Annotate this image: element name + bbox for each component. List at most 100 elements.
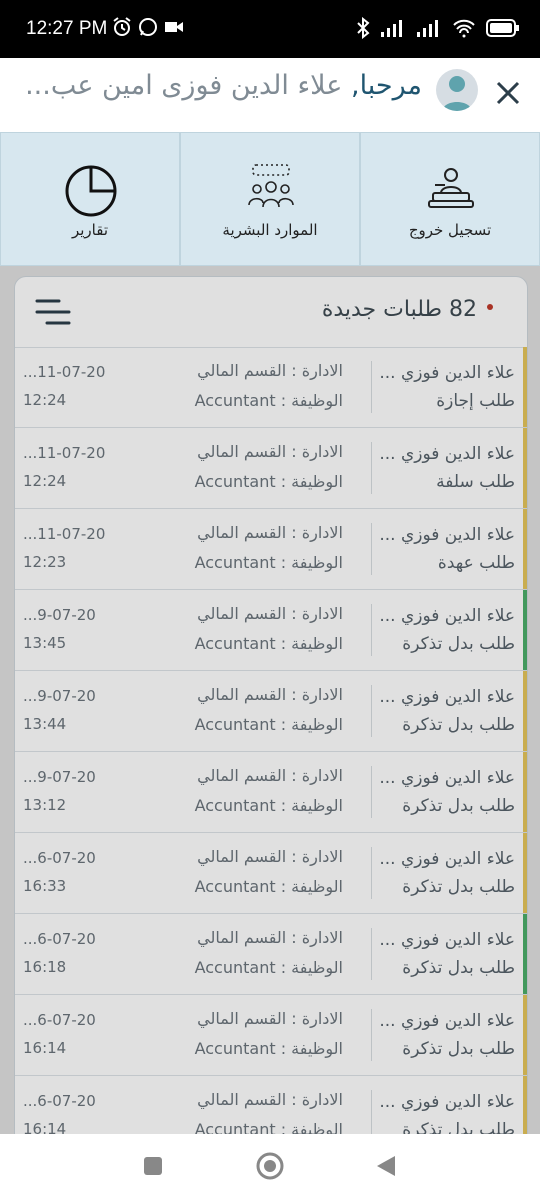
status-bar-indicator — [523, 347, 527, 427]
filter-menu-icon[interactable] — [33, 295, 73, 329]
request-time: 12:24 — [23, 472, 67, 490]
user-icon — [442, 76, 472, 111]
status-bar: 12:27 PM — [0, 0, 540, 58]
department: الادارة : القسم المالي — [197, 685, 343, 704]
shortcut-hr[interactable]: الموارد البشرية — [180, 132, 360, 266]
request-date: ...9-07-20 — [23, 687, 96, 705]
request-date: ...6-07-20 — [23, 849, 96, 867]
divider — [371, 523, 372, 575]
shortcut-reports-label: تقارير — [71, 221, 109, 239]
whatsapp-icon — [139, 18, 157, 36]
employee-name: علاء الدين فوزي ... — [379, 525, 515, 545]
status-bar-indicator — [523, 428, 527, 508]
request-date: ...11-07-20 — [23, 444, 106, 462]
request-type: طلب بدل تذكرة — [402, 1120, 515, 1134]
status-bar-indicator — [523, 671, 527, 751]
divider — [371, 442, 372, 494]
battery-icon — [486, 19, 519, 37]
status-bar-indicator — [523, 509, 527, 589]
job-title: الوظيفة : Accuntant — [194, 1039, 343, 1058]
recents-icon[interactable] — [143, 1156, 163, 1176]
status-right-icons — [356, 17, 520, 39]
job-title: الوظيفة : Accuntant — [194, 1120, 343, 1134]
request-type: طلب بدل تذكرة — [402, 634, 515, 654]
request-date: ...6-07-20 — [23, 1092, 96, 1110]
request-time: 16:18 — [23, 958, 67, 976]
job-title: الوظيفة : Accuntant — [194, 958, 343, 977]
request-type: طلب بدل تذكرة — [402, 796, 515, 816]
request-date: ...6-07-20 — [23, 930, 96, 948]
status-bar-indicator — [523, 914, 527, 994]
department: الادارة : القسم المالي — [197, 442, 343, 461]
employee-name: علاء الدين فوزي ... — [379, 444, 515, 464]
status-bar-indicator — [523, 1076, 527, 1134]
job-title: الوظيفة : Accuntant — [194, 472, 343, 491]
job-title: الوظيفة : Accuntant — [194, 553, 343, 572]
employee-name: علاء الدين فوزي ... — [379, 1092, 515, 1112]
divider — [371, 1009, 372, 1061]
employee-name: علاء الدين فوزي ... — [379, 1011, 515, 1031]
department: الادارة : القسم المالي — [197, 1009, 343, 1028]
request-time: 13:45 — [23, 634, 67, 652]
request-type: طلب إجازة — [436, 391, 515, 411]
wifi-icon — [453, 19, 475, 38]
request-row[interactable]: علاء الدين فوزي ... طلب إجازة الادارة : ال… — [15, 347, 527, 428]
department: الادارة : القسم المالي — [197, 361, 343, 380]
request-date: ...11-07-20 — [23, 363, 106, 381]
request-date: ...9-07-20 — [23, 768, 96, 786]
request-row[interactable]: علاء الدين فوزي ... طلب بدل تذكرة الادارة … — [15, 833, 527, 914]
divider — [371, 685, 372, 737]
department: الادارة : القسم المالي — [197, 523, 343, 542]
request-row[interactable]: علاء الدين فوزي ... طلب بدل تذكرة الادارة … — [15, 671, 527, 752]
employee-name: علاء الدين فوزي ... — [379, 363, 515, 383]
app-header: مرحبا, علاء الدين فوزى امين عب... — [0, 58, 540, 132]
divider — [371, 361, 372, 413]
reports-icon — [65, 165, 117, 217]
shortcuts-bar: تسجيل خروج الموارد البشرية تقارير — [0, 132, 540, 266]
status-bar-indicator — [523, 995, 527, 1075]
close-icon[interactable] — [494, 79, 522, 107]
bluetooth-icon — [357, 17, 370, 39]
shortcut-logout-label: تسجيل خروج — [408, 221, 492, 239]
request-row[interactable]: علاء الدين فوزي ... طلب بدل تذكرة الادارة … — [15, 995, 527, 1076]
employee-name: علاء الدين فوزي ... — [379, 768, 515, 788]
job-title: الوظيفة : Accuntant — [194, 634, 343, 653]
request-row[interactable]: علاء الدين فوزي ... طلب بدل تذكرة الادارة … — [15, 1076, 527, 1134]
shortcut-logout[interactable]: تسجيل خروج — [360, 132, 540, 266]
request-row[interactable]: علاء الدين فوزي ... طلب بدل تذكرة الادارة … — [15, 752, 527, 833]
request-time: 16:14 — [23, 1039, 67, 1057]
divider — [371, 928, 372, 980]
alarm-icon — [113, 17, 131, 36]
request-type: طلب بدل تذكرة — [402, 958, 515, 978]
request-date: ...9-07-20 — [23, 606, 96, 624]
system-nav-bar — [0, 1134, 540, 1200]
requests-card: 82 طلبات جديدة علاء الدين فوزي ... طلب إج… — [14, 276, 528, 1134]
request-row[interactable]: علاء الدين فوزي ... طلب سلفة الادارة : الق… — [15, 428, 527, 509]
request-row[interactable]: علاء الدين فوزي ... طلب بدل تذكرة الادارة … — [15, 914, 527, 995]
home-icon[interactable] — [256, 1152, 284, 1180]
employee-name: علاء الدين فوزي ... — [379, 930, 515, 950]
request-row[interactable]: علاء الدين فوزي ... طلب عهدة الادارة : الق… — [15, 509, 527, 590]
request-time: 13:12 — [23, 796, 67, 814]
requests-title: 82 طلبات جديدة — [321, 297, 477, 322]
shortcut-hr-label: الموارد البشرية — [222, 221, 318, 239]
employee-name: علاء الدين فوزي ... — [379, 606, 515, 626]
back-icon[interactable] — [375, 1154, 397, 1178]
job-title: الوظيفة : Accuntant — [194, 877, 343, 896]
request-time: 16:33 — [23, 877, 67, 895]
shortcut-reports[interactable]: تقارير — [0, 132, 180, 266]
request-type: طلب بدل تذكرة — [402, 1039, 515, 1059]
avatar[interactable] — [436, 69, 478, 111]
signal-icon — [381, 20, 402, 37]
divider — [371, 766, 372, 818]
job-title: الوظيفة : Accuntant — [194, 796, 343, 815]
department: الادارة : القسم المالي — [197, 604, 343, 623]
request-type: طلب عهدة — [437, 553, 515, 573]
request-time: 12:23 — [23, 553, 67, 571]
request-type: طلب بدل تذكرة — [402, 715, 515, 735]
video-icon — [165, 22, 183, 32]
job-title: الوظيفة : Accuntant — [194, 715, 343, 734]
request-row[interactable]: علاء الدين فوزي ... طلب بدل تذكرة الادارة … — [15, 590, 527, 671]
request-type: طلب سلفة — [436, 472, 515, 492]
requests-header: 82 طلبات جديدة — [15, 277, 527, 348]
